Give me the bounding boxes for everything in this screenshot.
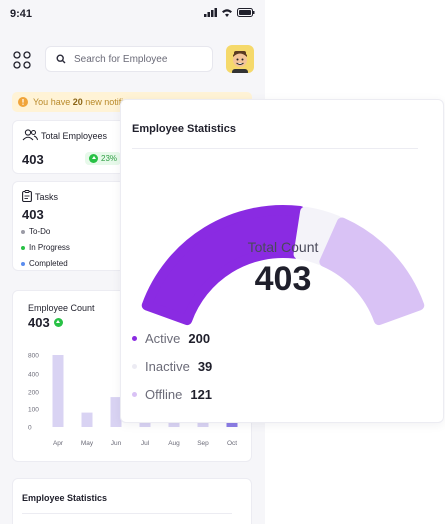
legend-label: To-Do (29, 227, 51, 236)
total-employees-value: 403 (22, 152, 44, 167)
x-tick-label: Apr (53, 440, 64, 447)
legend-dot (21, 229, 25, 234)
legend-value: 121 (190, 387, 213, 402)
arrow-up-icon (89, 154, 98, 163)
employee-count-label: Employee Count (28, 303, 95, 313)
signal-icon (204, 8, 217, 17)
notification-count: 20 (72, 97, 83, 107)
legend-label: Inactive (145, 359, 190, 374)
divider (132, 148, 418, 149)
wifi-icon (222, 9, 232, 17)
y-tick-label: 0 (28, 425, 32, 432)
legend-dot (21, 245, 25, 250)
legend-inactive: Inactive 39 (132, 359, 212, 374)
status-time: 9:41 (10, 8, 33, 20)
legend-value: 39 (197, 359, 213, 374)
x-tick-label: Oct (227, 440, 237, 447)
legend-completed: Completed (21, 259, 68, 268)
notification-prefix: You have (33, 97, 71, 107)
battery-icon (237, 8, 255, 17)
legend-in-progress: In Progress (21, 243, 70, 252)
legend-value: 200 (188, 331, 211, 346)
y-tick-label: 400 (28, 372, 39, 379)
avatar-face-icon (232, 51, 248, 73)
clipboard-icon (22, 190, 32, 202)
total-employees-label: Total Employees (41, 131, 108, 141)
panel-title: Employee Statistics (132, 123, 236, 135)
arrow-up-icon (53, 318, 63, 327)
x-tick-label: May (81, 440, 94, 447)
legend-label: Completed (29, 259, 68, 268)
legend-dot (132, 364, 137, 369)
employee-gauge-chart (141, 205, 425, 326)
search-placeholder: Search for Employee (74, 53, 168, 65)
legend-label: Offline (145, 387, 183, 402)
x-tick-label: Sep (197, 440, 209, 447)
info-icon (18, 97, 28, 107)
employee-count-value-row: 403 (28, 315, 63, 330)
y-tick-label: 200 (28, 390, 39, 397)
legend-active: Active 200 (132, 331, 210, 346)
change-value: 23% (101, 154, 118, 163)
employee-statistics-panel: Employee Statistics Total Count 403 Acti… (120, 99, 444, 423)
employee-count-value: 403 (28, 315, 50, 330)
gauge-value: 403 (254, 260, 312, 298)
y-tick-label: 100 (28, 407, 39, 414)
avatar[interactable] (226, 45, 254, 73)
legend-todo: To-Do (21, 227, 50, 236)
change-badge: 23% (85, 152, 122, 165)
x-tick-label: Jun (111, 440, 122, 447)
y-tick-label: 800 (28, 353, 39, 360)
employee-statistics-card[interactable]: Employee Statistics (12, 478, 252, 524)
grid-menu-icon (13, 51, 31, 69)
search-icon (56, 54, 66, 64)
x-tick-label: Jul (141, 440, 150, 447)
status-icons (204, 8, 255, 17)
menu-button[interactable] (12, 50, 32, 70)
tasks-value: 403 (22, 207, 44, 222)
legend-label: Active (145, 331, 181, 346)
legend-dot (21, 261, 25, 266)
legend-offline: Offline 121 (132, 387, 212, 402)
bar[interactable] (52, 355, 64, 427)
tasks-label: Tasks (35, 192, 59, 202)
bottom-card-title: Employee Statistics (22, 493, 108, 503)
status-bar: 9:41 (0, 0, 265, 28)
gauge-label: Total Count (247, 239, 319, 255)
x-tick-label: Aug (168, 440, 180, 447)
notification-text: You have 20 new notific (33, 97, 128, 107)
divider (22, 513, 232, 514)
search-input[interactable]: Search for Employee (45, 46, 213, 72)
legend-dot (132, 336, 137, 341)
bar[interactable] (81, 412, 93, 427)
users-icon (22, 129, 38, 141)
legend-dot (132, 392, 137, 397)
legend-label: In Progress (29, 243, 70, 252)
